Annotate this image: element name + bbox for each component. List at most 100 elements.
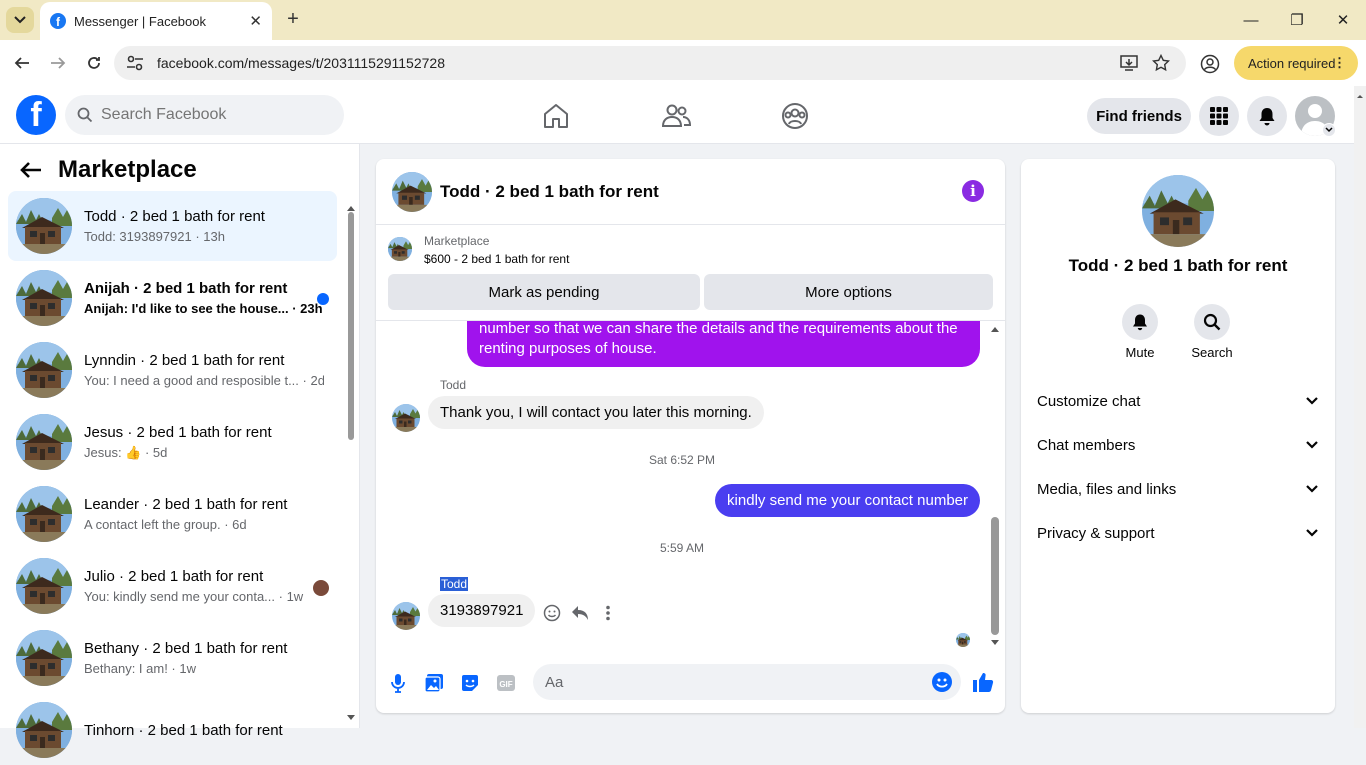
conversation-item[interactable]: Julio · 2 bed 1 bath for rent You: kindly… <box>8 551 337 621</box>
find-friends-button[interactable]: Find friends <box>1087 98 1191 134</box>
search-label: Search <box>1191 345 1233 360</box>
conversation-item[interactable]: Jesus · 2 bed 1 bath for rent Jesus: 👍 · … <box>8 407 337 477</box>
conversation-preview: You: kindly send me your conta... · 1w <box>84 589 304 604</box>
conversation-info: Anijah · 2 bed 1 bath for rent Anijah: I'… <box>84 280 324 316</box>
svg-text:GIF: GIF <box>499 680 512 689</box>
details-section-label: Media, files and links <box>1037 480 1177 498</box>
bookmark-star-icon[interactable] <box>1152 54 1170 72</box>
back-arrow-icon[interactable] <box>20 161 42 179</box>
conversation-item[interactable]: Tinhorn · 2 bed 1 bath for rent <box>8 695 337 765</box>
conversation-name: Bethany · 2 bed 1 bath for rent <box>84 640 288 657</box>
chat-panel: Todd · 2 bed 1 bath for rent i Marketpla… <box>376 159 1005 713</box>
address-bar[interactable]: facebook.com/messages/t/2031115291152728 <box>114 46 1186 80</box>
reply-icon[interactable] <box>571 605 589 621</box>
mute-label: Mute <box>1125 345 1155 360</box>
reload-button[interactable] <box>82 51 106 75</box>
conversation-thumbnail <box>16 486 72 542</box>
sidebar-scroll-thumb[interactable] <box>348 212 354 440</box>
sender-name-selected: Todd <box>440 577 469 591</box>
chat-avatar[interactable] <box>392 171 432 212</box>
facebook-search[interactable] <box>65 95 344 135</box>
details-section-label: Customize chat <box>1037 392 1141 410</box>
action-required-button[interactable]: Action required ⋮ <box>1234 46 1358 80</box>
notifications-button[interactable] <box>1247 96 1287 136</box>
details-section-row[interactable]: Chat members <box>1037 425 1319 465</box>
chat-scroll-thumb[interactable] <box>991 517 999 635</box>
restore-button[interactable]: ❐ <box>1274 0 1320 40</box>
conversation-item[interactable]: Anijah · 2 bed 1 bath for rent Anijah: I'… <box>8 263 337 333</box>
forward-button[interactable] <box>46 51 70 75</box>
chat-header: Todd · 2 bed 1 bath for rent i <box>376 159 1005 225</box>
conversation-preview: A contact left the group. · 6d <box>84 517 247 532</box>
info-icon[interactable]: i <box>962 180 984 202</box>
conversation-preview: Bethany: I am! · 1w <box>84 661 196 676</box>
conversation-preview: Jesus: 👍 · 5d <box>84 444 168 460</box>
profile-icon[interactable] <box>1200 54 1220 74</box>
tab-search-button[interactable] <box>6 7 34 33</box>
sender-avatar[interactable] <box>392 602 420 630</box>
outgoing-message[interactable]: kindly send me your contact number <box>715 484 980 517</box>
chevron-down-icon <box>14 16 26 24</box>
chevron-down-icon <box>1306 485 1318 493</box>
page-scrollbar[interactable] <box>1354 86 1366 728</box>
listing-thumbnail[interactable] <box>388 237 412 261</box>
outgoing-message[interactable]: number so that we can share the details … <box>467 321 980 367</box>
menu-button[interactable] <box>1199 96 1239 136</box>
react-emoji-icon[interactable] <box>543 604 561 622</box>
mute-button[interactable] <box>1122 304 1158 340</box>
back-button[interactable] <box>10 51 34 75</box>
conversation-info: Tinhorn · 2 bed 1 bath for rent <box>84 722 324 739</box>
details-section-row[interactable]: Privacy & support <box>1037 513 1319 553</box>
gif-icon[interactable]: GIF <box>496 673 516 693</box>
bell-icon <box>1133 314 1147 331</box>
groups-icon[interactable] <box>779 100 811 132</box>
microphone-icon[interactable] <box>388 673 408 693</box>
new-tab-button[interactable]: + <box>282 8 304 30</box>
chat-title[interactable]: Todd · 2 bed 1 bath for rent <box>440 182 659 202</box>
mark-as-pending-button[interactable]: Mark as pending <box>388 274 700 310</box>
conversation-thumbnail <box>16 630 72 686</box>
sidebar-scrollbar[interactable] <box>346 204 356 724</box>
facebook-favicon-icon: f <box>50 13 66 29</box>
thumbs-up-icon[interactable] <box>972 671 994 693</box>
read-receipt-avatar <box>956 633 970 647</box>
emoji-picker-icon[interactable] <box>931 671 953 693</box>
chevron-down-icon <box>1306 441 1318 449</box>
friends-icon[interactable] <box>660 100 692 132</box>
close-tab-icon[interactable]: ✕ <box>249 12 262 30</box>
photo-gallery-icon[interactable] <box>424 673 444 693</box>
incoming-message[interactable]: 3193897921 <box>428 594 536 627</box>
message-input[interactable]: Aa <box>533 664 961 700</box>
conversation-preview: Todd: 3193897921 · 13h <box>84 229 225 244</box>
listing-title[interactable]: $600 - 2 bed 1 bath for rent <box>424 252 569 266</box>
home-icon[interactable] <box>540 100 572 132</box>
details-section-row[interactable]: Customize chat <box>1037 381 1319 421</box>
search-in-conversation-button[interactable] <box>1194 304 1230 340</box>
browser-tab[interactable]: f Messenger | Facebook ✕ <box>40 2 272 40</box>
tab-title: Messenger | Facebook <box>74 13 206 29</box>
conversation-info: Bethany · 2 bed 1 bath for rent Bethany: … <box>84 640 324 676</box>
sidebar-header: Marketplace <box>20 156 197 184</box>
more-options-button[interactable]: More options <box>704 274 993 310</box>
more-actions-icon[interactable] <box>605 605 611 621</box>
conversation-item[interactable]: Todd · 2 bed 1 bath for rent Todd: 319389… <box>8 191 337 261</box>
account-chevron-icon[interactable] <box>1322 123 1336 137</box>
conversation-item[interactable]: Bethany · 2 bed 1 bath for rent Bethany: … <box>8 623 337 693</box>
facebook-header: f Find friends <box>0 86 1354 144</box>
facebook-logo-icon[interactable]: f <box>16 95 56 135</box>
conversation-item[interactable]: Leander · 2 bed 1 bath for rent A contact… <box>8 479 337 549</box>
profile-avatar[interactable] <box>1142 175 1214 247</box>
details-section-row[interactable]: Media, files and links <box>1037 469 1319 509</box>
minimize-button[interactable]: — <box>1228 0 1274 40</box>
sender-avatar[interactable] <box>392 404 420 432</box>
sticker-icon[interactable] <box>460 673 480 693</box>
incoming-message[interactable]: Thank you, I will contact you later this… <box>428 396 764 429</box>
chat-scrollbar[interactable] <box>989 321 1003 655</box>
conversation-name: Tinhorn · 2 bed 1 bath for rent <box>84 721 283 739</box>
conversation-info: Todd · 2 bed 1 bath for rent Todd: 319389… <box>84 208 324 244</box>
facebook-search-input[interactable] <box>101 106 321 124</box>
conversation-item[interactable]: Lynndin · 2 bed 1 bath for rent You: I ne… <box>8 335 337 405</box>
site-settings-icon[interactable] <box>126 55 144 71</box>
install-app-icon[interactable] <box>1120 55 1138 71</box>
close-window-button[interactable]: ✕ <box>1320 0 1366 40</box>
